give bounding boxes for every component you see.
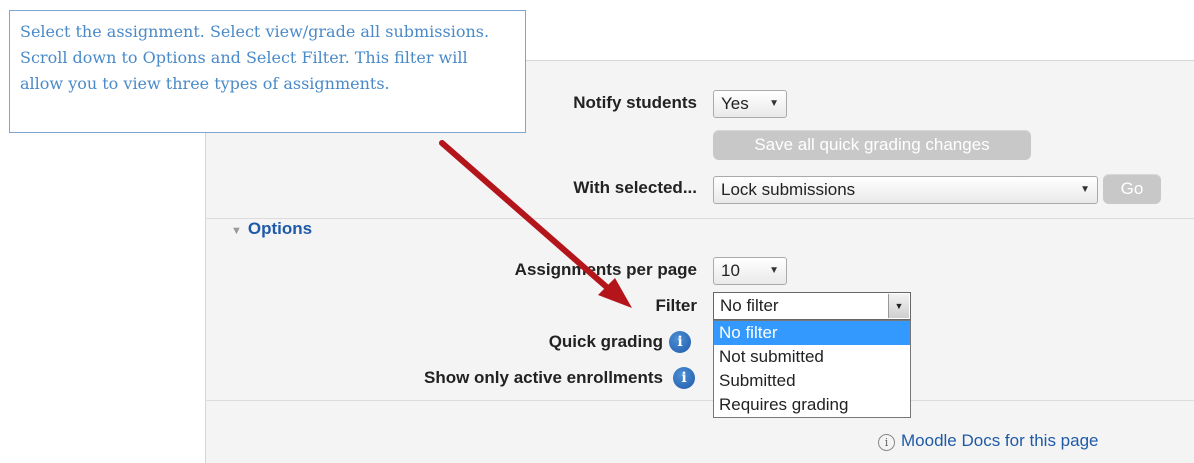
red-arrow-annotation [439,140,632,308]
arrow-shaft [439,140,613,293]
